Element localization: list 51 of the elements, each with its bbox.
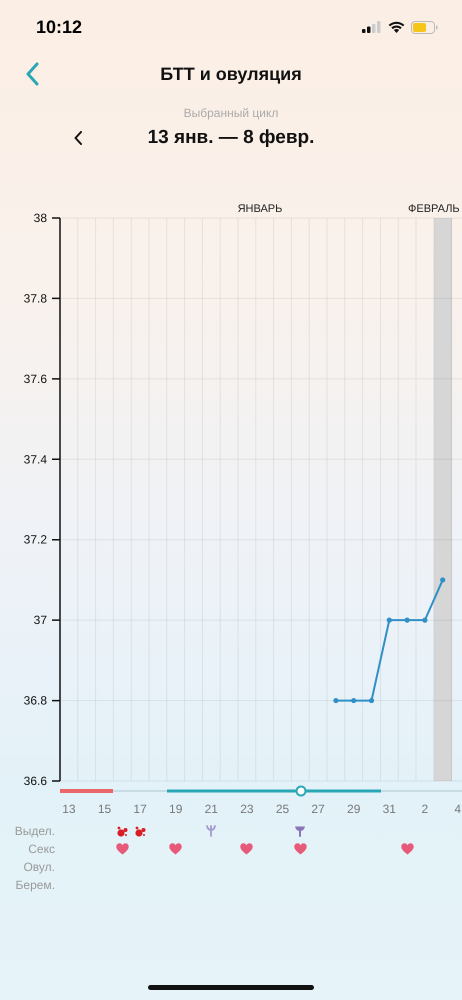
event-row-label: Овул.: [22, 861, 55, 873]
x-tick-label: 17: [133, 802, 147, 816]
screen-title: БТТ и овуляция: [160, 62, 302, 86]
blood-drop-icon: [116, 826, 128, 836]
x-tick-label: 31: [382, 802, 396, 816]
x-tick-label: 23: [240, 802, 254, 816]
event-row-label: Выдел.: [14, 825, 55, 837]
x-tick-label: 13: [62, 802, 76, 816]
blood-drop-icon: [134, 826, 146, 836]
heart-icon: [294, 843, 307, 855]
event-row-label: Секс: [27, 843, 55, 855]
heart-icon: [240, 843, 254, 855]
x-tick-label: 21: [204, 802, 218, 816]
data-point: [404, 618, 410, 623]
x-tick-label: 15: [98, 802, 112, 816]
discharge-icon: [206, 825, 216, 837]
data-point: [368, 698, 374, 704]
chevron-left-icon: [74, 131, 82, 145]
x-tick-label: 25: [276, 802, 290, 816]
y-tick-label: 38: [34, 211, 47, 225]
y-tick-label: 37.8: [24, 291, 47, 306]
x-tick-label: 27: [311, 802, 325, 816]
data-point: [351, 698, 356, 704]
wifi-icon: [388, 21, 405, 33]
y-tick-label: 36.6: [24, 774, 47, 788]
x-tick-label: 4: [454, 802, 461, 816]
y-tick-label: 37.6: [24, 372, 47, 386]
data-point: [440, 577, 446, 583]
back-icon: [25, 62, 39, 86]
y-tick-label: 37.2: [24, 532, 47, 547]
x-tick-label: 29: [347, 802, 360, 816]
data-point: [422, 618, 428, 623]
signal-icon: [362, 21, 382, 33]
battery-icon: [411, 20, 438, 34]
cycle-range: 13 янв. — 8 февр.: [148, 126, 314, 150]
event-row-label: Берем.: [14, 879, 55, 891]
discharge-icon: [294, 825, 306, 837]
data-point: [333, 698, 338, 704]
heart-icon: [400, 843, 414, 855]
heart-icon: [116, 843, 129, 855]
data-point: [386, 618, 392, 623]
cycle-caption: Выбранный цикл: [184, 105, 278, 122]
status-time: 10:12: [36, 16, 82, 38]
y-tick-label: 36.8: [24, 694, 47, 708]
month-label: ЯНВАРЬ: [238, 203, 282, 215]
y-tick-label: 37: [34, 613, 47, 628]
x-tick-label: 2: [422, 802, 428, 816]
month-label: ФЕВРАЛЬ: [408, 203, 460, 215]
y-tick-label: 37.4: [24, 452, 47, 466]
heart-icon: [169, 843, 182, 855]
x-tick-label: 19: [169, 802, 182, 816]
